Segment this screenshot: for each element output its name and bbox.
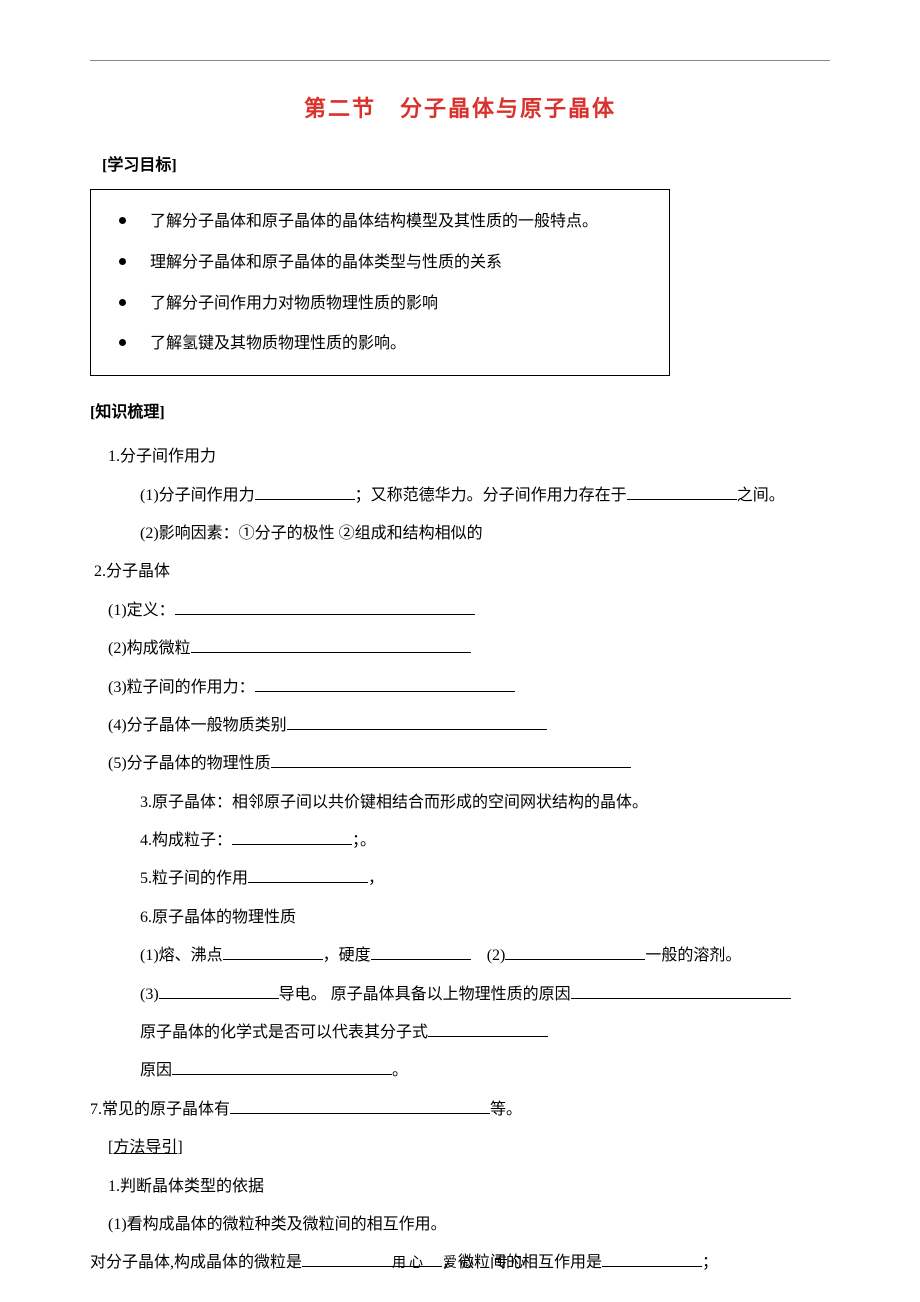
method-heading: [方法导引] xyxy=(108,1129,830,1167)
fill-blank[interactable] xyxy=(255,676,515,692)
list-item: 理解分子晶体和原子晶体的晶体类型与性质的关系 xyxy=(119,249,649,278)
study-goals-heading: [学习目标] xyxy=(102,151,830,175)
text: (2)构成微粒 xyxy=(108,640,191,657)
method-heading-text: 方法导引 xyxy=(113,1139,177,1156)
fill-blank[interactable] xyxy=(571,983,791,999)
knowledge-heading: [知识梳理] xyxy=(90,398,830,422)
text: ；。 xyxy=(352,832,376,849)
text: ，硬度 xyxy=(323,947,371,964)
fill-blank[interactable] xyxy=(505,944,645,960)
knowledge-item-1-2: (2)影响因素：①分子的极性 ②组成和结构相似的 xyxy=(140,515,830,553)
bullet-text: 了解分子晶体和原子晶体的晶体结构模型及其性质的一般特点。 xyxy=(150,208,598,237)
text: 5.粒子间的作用 xyxy=(140,870,248,887)
method-line-1: 1.判断晶体类型的依据 xyxy=(108,1168,830,1206)
knowledge-item-3: 3.原子晶体：相邻原子间以共价键相结合而形成的空间网状结构的晶体。 xyxy=(140,784,830,822)
text: 一般的溶剂。 xyxy=(645,947,741,964)
fill-blank[interactable] xyxy=(428,1021,548,1037)
fill-blank[interactable] xyxy=(223,944,323,960)
text: 之间。 xyxy=(737,487,785,504)
page-title: 第二节 分子晶体与原子晶体 xyxy=(90,91,830,123)
text: (1)定义： xyxy=(108,602,175,619)
fill-blank[interactable] xyxy=(627,484,737,500)
knowledge-item-2-2: (2)构成微粒 xyxy=(108,630,830,668)
fill-blank[interactable] xyxy=(371,944,471,960)
text: 7.常见的原子晶体有 xyxy=(90,1101,230,1118)
knowledge-item-6-line3: 原子晶体的化学式是否可以代表其分子式 xyxy=(140,1014,830,1052)
bullet-icon xyxy=(119,258,126,265)
knowledge-item-6-line1: (1)熔、沸点 ，硬度 (2) 一般的溶剂。 xyxy=(140,937,830,975)
fill-blank[interactable] xyxy=(175,599,475,615)
knowledge-item-4: 4.构成粒子： ；。 xyxy=(140,822,830,860)
fill-blank[interactable] xyxy=(159,983,279,999)
knowledge-item-7: 7.常见的原子晶体有 等。 xyxy=(90,1091,830,1129)
fill-blank[interactable] xyxy=(232,829,352,845)
text: (1)分子间作用力 xyxy=(140,487,255,504)
fill-blank[interactable] xyxy=(172,1059,392,1075)
knowledge-item-1-1: (1)分子间作用力 ；又称范德华力。分子间作用力存在于 之间。 xyxy=(140,477,830,515)
knowledge-item-2-4: (4)分子晶体一般物质类别 xyxy=(108,707,830,745)
text: ， xyxy=(368,870,384,887)
bullet-text: 理解分子晶体和原子晶体的晶体类型与性质的关系 xyxy=(150,249,502,278)
text: (3)粒子间的作用力： xyxy=(108,679,255,696)
bullet-icon xyxy=(119,299,126,306)
text: (4)分子晶体一般物质类别 xyxy=(108,717,287,734)
fill-blank[interactable] xyxy=(248,867,368,883)
bullet-icon xyxy=(119,339,126,346)
list-item: 了解分子晶体和原子晶体的晶体结构模型及其性质的一般特点。 xyxy=(119,208,649,237)
knowledge-item-6-line2: (3) 导电。 原子晶体具备以上物理性质的原因 xyxy=(140,976,830,1014)
bullet-text: 了解氢键及其物质物理性质的影响。 xyxy=(150,330,406,359)
knowledge-item-2-3: (3)粒子间的作用力： xyxy=(108,669,830,707)
fill-blank[interactable] xyxy=(255,484,355,500)
text: (3) xyxy=(140,986,159,1003)
knowledge-item-2: 2.分子晶体 xyxy=(94,553,830,591)
fill-blank[interactable] xyxy=(271,752,631,768)
knowledge-item-1: 1.分子间作用力 xyxy=(108,438,830,476)
fill-blank[interactable] xyxy=(287,714,547,730)
text: 等。 xyxy=(490,1101,522,1118)
text: 4.构成粒子： xyxy=(140,832,232,849)
text: (1)熔、沸点 xyxy=(140,947,223,964)
bullet-icon xyxy=(119,217,126,224)
text: ；又称范德华力。分子间作用力存在于 xyxy=(355,487,627,504)
top-rule xyxy=(90,60,830,61)
knowledge-item-2-1: (1)定义： xyxy=(108,592,830,630)
list-item: 了解分子间作用力对物质物理性质的影响 xyxy=(119,290,649,319)
method-line-2: (1)看构成晶体的微粒种类及微粒间的相互作用。 xyxy=(108,1206,830,1244)
list-item: 了解氢键及其物质物理性质的影响。 xyxy=(119,330,649,359)
fill-blank[interactable] xyxy=(191,637,471,653)
knowledge-item-6-line4: 原因 。 xyxy=(140,1052,830,1090)
text: 原因 xyxy=(140,1062,172,1079)
text: (5)分子晶体的物理性质 xyxy=(108,755,271,772)
text: 导电。 原子晶体具备以上物理性质的原因 xyxy=(279,986,571,1003)
fill-blank[interactable] xyxy=(230,1098,490,1114)
bullet-text: 了解分子间作用力对物质物理性质的影响 xyxy=(150,290,438,319)
text: 。 xyxy=(392,1062,408,1079)
knowledge-item-6: 6.原子晶体的物理性质 xyxy=(140,899,830,937)
text: (2) xyxy=(487,947,506,964)
study-goals-box: 了解分子晶体和原子晶体的晶体结构模型及其性质的一般特点。 理解分子晶体和原子晶体… xyxy=(90,189,670,376)
text: 原子晶体的化学式是否可以代表其分子式 xyxy=(140,1024,428,1041)
knowledge-item-5: 5.粒子间的作用 ， xyxy=(140,860,830,898)
knowledge-item-2-5: (5)分子晶体的物理性质 xyxy=(108,745,830,783)
page-footer: 用心 爱心 专心 xyxy=(0,1252,920,1272)
